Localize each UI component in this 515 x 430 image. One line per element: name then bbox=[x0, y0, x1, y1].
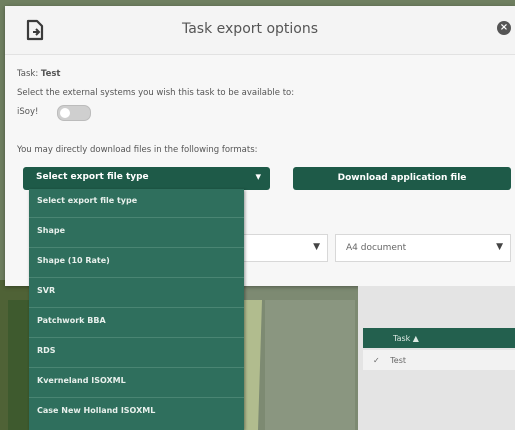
task-table-header[interactable]: Task ▲ bbox=[363, 328, 515, 348]
close-icon[interactable]: × bbox=[497, 21, 511, 35]
dropdown-item[interactable]: Shape bbox=[29, 219, 244, 248]
caret-down-icon: ▾ bbox=[255, 170, 261, 183]
settings-select-left[interactable]: ▼ bbox=[242, 234, 328, 262]
systems-instruction: Select the external systems you wish thi… bbox=[17, 88, 295, 98]
dialog-title: Task export options bbox=[181, 21, 319, 37]
toggle-knob bbox=[60, 108, 70, 118]
dropdown-item[interactable]: Patchwork BBA bbox=[29, 309, 244, 338]
dialog-header: Task export options × bbox=[5, 6, 515, 55]
dropdown-item[interactable]: SVR bbox=[29, 279, 244, 308]
dropdown-item[interactable]: Case New Holland ISOXML bbox=[29, 399, 244, 428]
caret-down-icon: ▼ bbox=[313, 242, 320, 252]
export-type-select[interactable]: Select export file type ▾ bbox=[23, 167, 270, 190]
table-row[interactable]: ✓ Test bbox=[363, 350, 515, 370]
export-type-dropdown: Select export file type Shape Shape (10 … bbox=[29, 189, 244, 430]
paper-size-value: A4 document bbox=[346, 243, 407, 253]
formats-instruction: You may directly download files in the f… bbox=[17, 145, 258, 155]
dropdown-item[interactable]: Select export file type bbox=[29, 189, 244, 218]
download-application-file-button[interactable]: Download application file bbox=[293, 167, 511, 190]
task-line: Task: Test bbox=[17, 69, 60, 79]
row-check-icon: ✓ bbox=[373, 356, 380, 365]
isoy-label: iSoy! bbox=[17, 107, 39, 117]
task-name: Test bbox=[40, 69, 61, 79]
isoy-toggle[interactable] bbox=[57, 105, 91, 121]
caret-down-icon: ▼ bbox=[496, 242, 503, 252]
dropdown-item[interactable]: Kverneland ISOXML bbox=[29, 369, 244, 398]
dropdown-item[interactable]: RDS bbox=[29, 339, 244, 368]
task-label: Task: bbox=[17, 69, 39, 79]
row-task-name: Test bbox=[390, 356, 407, 365]
export-type-select-label: Select export file type bbox=[36, 172, 149, 182]
paper-size-select[interactable]: A4 document ▼ bbox=[335, 234, 511, 262]
dropdown-item[interactable]: Shape (10 Rate) bbox=[29, 249, 244, 278]
